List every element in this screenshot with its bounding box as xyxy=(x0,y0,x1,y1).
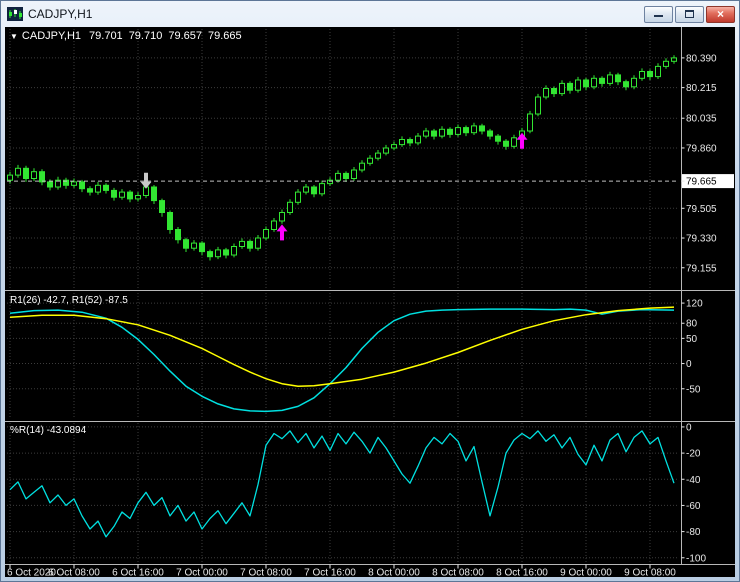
svg-text:79.860: 79.860 xyxy=(686,144,717,155)
svg-text:6 Oct 16:00: 6 Oct 16:00 xyxy=(112,568,164,578)
svg-text:7 Oct 00:00: 7 Oct 00:00 xyxy=(176,568,228,578)
svg-text:6 Oct 08:00: 6 Oct 08:00 xyxy=(48,568,100,578)
maximize-icon xyxy=(685,10,694,18)
svg-text:-50: -50 xyxy=(686,384,701,395)
svg-text:50: 50 xyxy=(686,334,698,345)
title-bar[interactable]: CADJPY,H1 × xyxy=(1,1,739,27)
maximize-button[interactable] xyxy=(675,5,704,23)
window-title: CADJPY,H1 xyxy=(28,7,93,21)
close-button[interactable]: × xyxy=(706,5,735,23)
svg-text:-40: -40 xyxy=(686,475,701,486)
svg-text:0: 0 xyxy=(686,422,692,433)
high-value: 79.710 xyxy=(128,30,163,42)
svg-text:79.155: 79.155 xyxy=(686,263,717,274)
svg-text:9 Oct 00:00: 9 Oct 00:00 xyxy=(560,568,612,578)
series-line xyxy=(9,308,675,413)
svg-text:8 Oct 00:00: 8 Oct 00:00 xyxy=(368,568,420,578)
arrow-up-icon xyxy=(276,224,288,241)
low-value: 79.657 xyxy=(168,30,202,42)
series-line xyxy=(9,430,675,538)
svg-text:120: 120 xyxy=(686,299,703,310)
symbol-name: CADJPY,H1 xyxy=(21,30,82,42)
indicator-label-r1: R1(26) -42.7, R1(52) -87.5 xyxy=(10,295,128,306)
time-axis[interactable]: 6 Oct 20206 Oct 08:00 6 Oct 16:00 7 Oct 00… xyxy=(7,564,676,578)
close-icon: × xyxy=(716,7,724,21)
chevron-down-icon[interactable]: ▼ xyxy=(10,32,18,41)
svg-text:79.665: 79.665 xyxy=(686,177,717,188)
svg-text:-60: -60 xyxy=(686,501,701,512)
svg-text:80: 80 xyxy=(686,319,698,330)
svg-text:-80: -80 xyxy=(686,527,701,538)
price-axis[interactable]: 80.390 80.215 80.035 79.860 79.505 79.330 79.1… xyxy=(681,53,735,564)
chart-window: CADJPY,H1 × 80.390 80.215 80.035 79.860 79.5… xyxy=(0,0,740,582)
svg-text:-100: -100 xyxy=(686,553,706,564)
svg-text:79.505: 79.505 xyxy=(686,204,717,215)
svg-text:80.035: 80.035 xyxy=(686,114,717,125)
chart-icon xyxy=(7,7,23,21)
svg-text:8 Oct 08:00: 8 Oct 08:00 xyxy=(432,568,484,578)
svg-text:80.390: 80.390 xyxy=(686,53,717,64)
svg-text:-20: -20 xyxy=(686,449,701,460)
svg-text:7 Oct 16:00: 7 Oct 16:00 xyxy=(304,568,356,578)
svg-text:0: 0 xyxy=(686,359,692,370)
svg-text:8 Oct 16:00: 8 Oct 16:00 xyxy=(496,568,548,578)
candles xyxy=(7,55,677,261)
svg-text:9 Oct 08:00: 9 Oct 08:00 xyxy=(624,568,676,578)
indicator-label-percent-r: %R(14) -43.0894 xyxy=(10,425,87,436)
arrow-up-icon xyxy=(516,132,528,149)
svg-text:80.215: 80.215 xyxy=(686,83,717,94)
trade-arrows xyxy=(140,132,528,241)
svg-text:7 Oct 08:00: 7 Oct 08:00 xyxy=(240,568,292,578)
svg-text:79.330: 79.330 xyxy=(686,234,717,245)
series-line xyxy=(9,306,675,387)
chart-area[interactable]: 80.390 80.215 80.035 79.860 79.505 79.330 79.1… xyxy=(5,27,735,577)
symbol-ohlc-label: ▼ CADJPY,H1 79.701 79.710 79.657 79.665 xyxy=(10,30,248,42)
close-value: 79.665 xyxy=(208,30,242,42)
chart-icon-graphic xyxy=(7,7,23,21)
minimize-button[interactable] xyxy=(644,5,673,23)
window-controls: × xyxy=(644,5,735,23)
minimize-icon xyxy=(654,9,663,17)
open-value: 79.701 xyxy=(89,30,123,42)
